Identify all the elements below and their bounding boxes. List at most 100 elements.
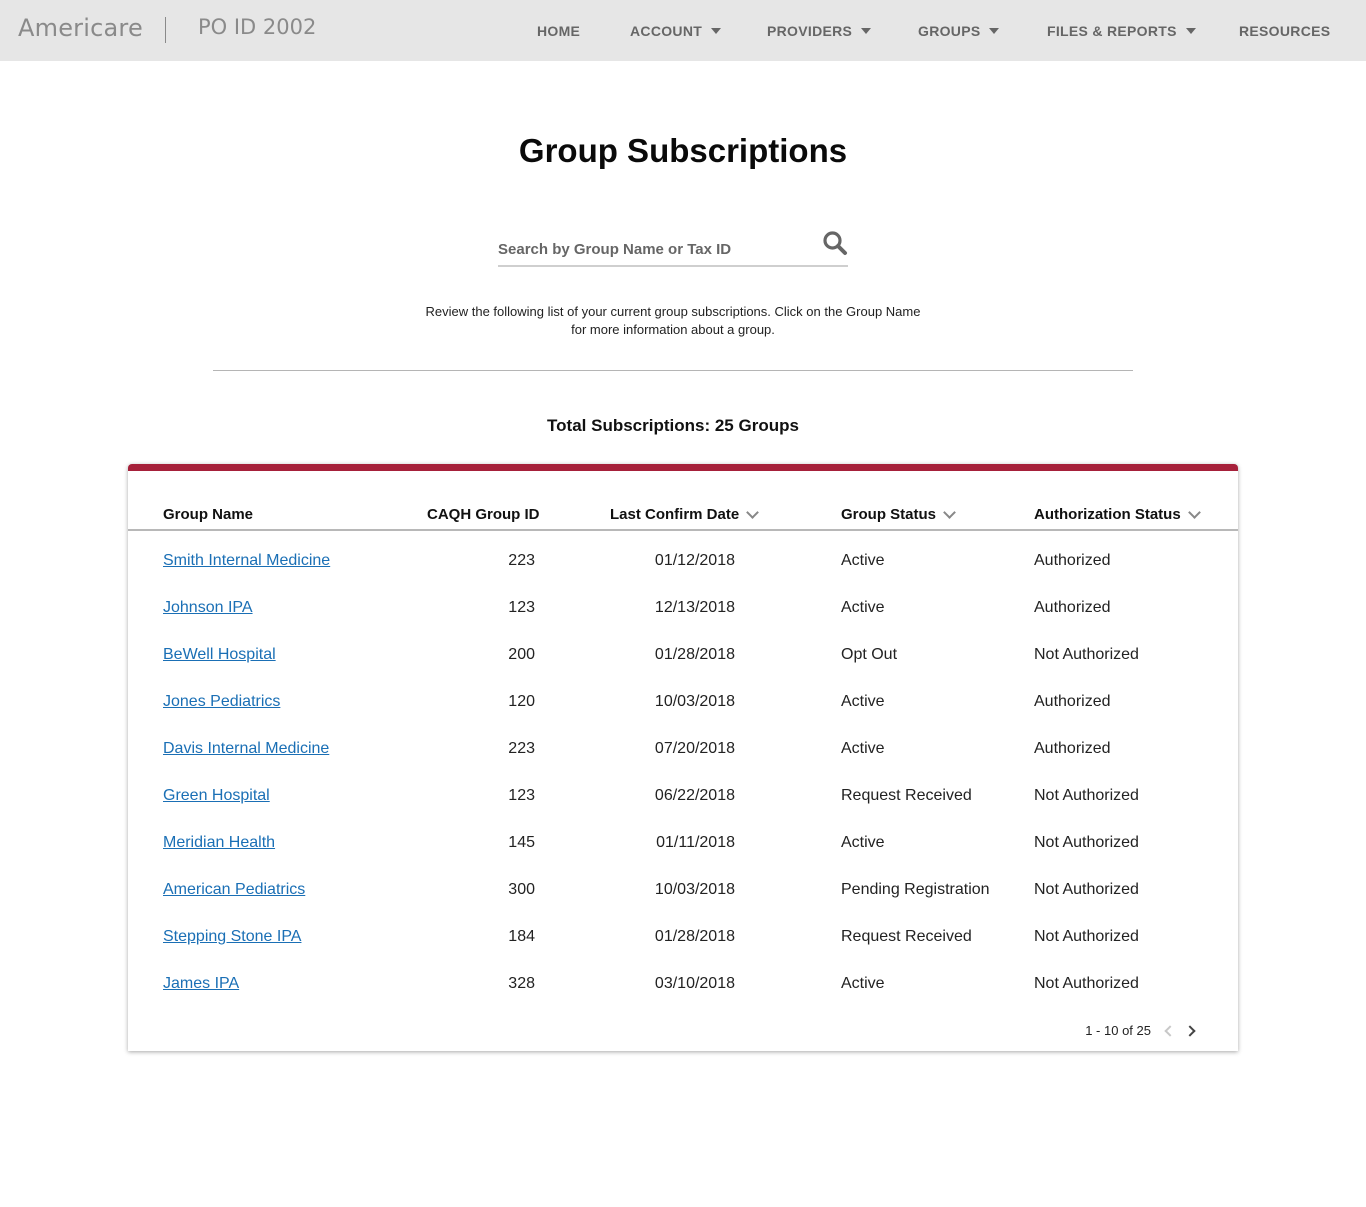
authorization-status: Not Authorized bbox=[1034, 928, 1139, 945]
table-row: Stepping Stone IPA 184 01/28/2018 Request R… bbox=[128, 927, 1238, 974]
column-header-authorization-status[interactable]: Authorization Status bbox=[1034, 505, 1201, 523]
authorization-status: Not Authorized bbox=[1034, 646, 1139, 663]
intro-line-1: Review the following list of your curren… bbox=[425, 304, 921, 319]
chevron-left-icon[interactable] bbox=[1164, 1024, 1176, 1037]
authorization-status: Authorized bbox=[1034, 599, 1111, 616]
caret-down-icon bbox=[711, 28, 722, 34]
caqh-group-id: 145 bbox=[508, 834, 535, 851]
nav-item-label: HOME bbox=[537, 23, 581, 39]
chevron-right-icon[interactable] bbox=[1184, 1024, 1196, 1037]
authorization-status: Authorized bbox=[1034, 693, 1111, 710]
caret-down-icon bbox=[861, 28, 872, 34]
nav-item-files-reports[interactable]: FILES & REPORTS bbox=[1047, 22, 1196, 40]
authorization-status: Authorized bbox=[1034, 552, 1111, 569]
nav-item-label: RESOURCES bbox=[1239, 23, 1331, 39]
group-name-link[interactable]: Jones Pediatrics bbox=[163, 692, 280, 712]
last-confirm-date: 01/11/2018 bbox=[656, 834, 735, 851]
group-name-link[interactable]: James IPA bbox=[163, 974, 239, 994]
table-row: Meridian Health 145 01/11/2018 Active Not Au… bbox=[128, 833, 1238, 880]
group-name-link[interactable]: American Pediatrics bbox=[163, 880, 305, 900]
search-icon[interactable] bbox=[822, 230, 848, 256]
column-header-group-status[interactable]: Group Status bbox=[841, 505, 956, 523]
group-name-link[interactable]: Green Hospital bbox=[163, 786, 270, 806]
group-status: Active bbox=[841, 552, 885, 569]
column-header-label: Authorization Status bbox=[1034, 506, 1181, 523]
group-status: Active bbox=[841, 693, 885, 710]
authorization-status: Not Authorized bbox=[1034, 787, 1139, 804]
pagination-label: 1 - 10 of 25 bbox=[1085, 1023, 1151, 1038]
caqh-group-id: 300 bbox=[508, 881, 535, 898]
table-row: Smith Internal Medicine 223 01/12/2018 Acti… bbox=[128, 551, 1238, 598]
nav-item-label: ACCOUNT bbox=[630, 23, 703, 39]
nav-item-providers[interactable]: PROVIDERS bbox=[767, 22, 872, 40]
caqh-group-id: 123 bbox=[508, 599, 535, 616]
authorization-status: Not Authorized bbox=[1034, 975, 1139, 992]
last-confirm-date: 12/13/2018 bbox=[654, 599, 735, 616]
caqh-group-id: 123 bbox=[508, 787, 535, 804]
total-subscriptions: Total Subscriptions: 25 Groups bbox=[547, 416, 799, 435]
table-row: Jones Pediatrics 120 10/03/2018 Active Autho… bbox=[128, 692, 1238, 739]
group-status: Opt Out bbox=[841, 646, 898, 663]
group-status: Active bbox=[841, 975, 885, 992]
brand-separator bbox=[165, 17, 166, 43]
column-header-label: Last Confirm Date bbox=[610, 506, 740, 523]
table-row: American Pediatrics 300 10/03/2018 Pending … bbox=[128, 880, 1238, 927]
authorization-status: Not Authorized bbox=[1034, 834, 1139, 851]
table-row: Green Hospital 123 06/22/2018 Request Recei… bbox=[128, 786, 1238, 833]
last-confirm-date: 06/22/2018 bbox=[654, 787, 735, 804]
nav-item-groups[interactable]: GROUPS bbox=[918, 22, 1000, 40]
subscriptions-table-card: Group Name CAQH Group ID Last Confirm Da… bbox=[128, 464, 1238, 1051]
caqh-group-id: 200 bbox=[508, 646, 535, 663]
group-name-link[interactable]: Smith Internal Medicine bbox=[163, 551, 330, 571]
group-status: Active bbox=[841, 834, 885, 851]
nav-item-label: PROVIDERS bbox=[767, 23, 853, 39]
last-confirm-date: 10/03/2018 bbox=[654, 693, 735, 710]
po-id-label: PO ID 2002 bbox=[198, 15, 317, 39]
intro-line-2: for more information about a group. bbox=[571, 322, 775, 337]
column-header-label: Group Name bbox=[163, 506, 254, 523]
caqh-group-id: 184 bbox=[508, 928, 535, 945]
last-confirm-date: 01/12/2018 bbox=[654, 552, 735, 569]
last-confirm-date: 01/28/2018 bbox=[654, 928, 735, 945]
authorization-status: Authorized bbox=[1034, 740, 1111, 757]
table-row: James IPA 328 03/10/2018 Active Not Authoriz… bbox=[128, 974, 1238, 1021]
nav-item-label: FILES & REPORTS bbox=[1047, 23, 1177, 39]
nav-item-home[interactable]: HOME bbox=[537, 22, 580, 40]
caqh-group-id: 120 bbox=[508, 693, 535, 710]
brand-name[interactable]: Americare bbox=[18, 14, 143, 42]
column-header-last-confirm-date[interactable]: Last Confirm Date bbox=[610, 505, 760, 523]
caret-down-icon bbox=[1185, 28, 1196, 34]
nav-item-resources[interactable]: RESOURCES bbox=[1239, 22, 1330, 40]
chevron-down-icon[interactable] bbox=[1187, 505, 1201, 519]
nav-item-account[interactable]: ACCOUNT bbox=[630, 22, 722, 40]
search-input[interactable] bbox=[498, 238, 808, 260]
caqh-group-id: 223 bbox=[508, 740, 535, 757]
column-header-group-name: Group Name bbox=[163, 506, 253, 523]
group-name-link[interactable]: Stepping Stone IPA bbox=[163, 927, 301, 947]
group-status: Active bbox=[841, 599, 885, 616]
top-navigation-bar: Americare PO ID 2002 HOME ACCOUNT PROVID… bbox=[0, 0, 1366, 61]
column-header-caqh-group-id: CAQH Group ID bbox=[427, 506, 540, 523]
group-status: Pending Registration bbox=[841, 881, 990, 898]
caqh-group-id: 328 bbox=[508, 975, 535, 992]
column-header-label: Group Status bbox=[841, 506, 937, 523]
authorization-status: Not Authorized bbox=[1034, 881, 1139, 898]
group-name-link[interactable]: Johnson IPA bbox=[163, 598, 253, 618]
group-name-link[interactable]: BeWell Hospital bbox=[163, 645, 276, 665]
last-confirm-date: 03/10/2018 bbox=[654, 975, 735, 992]
intro-text: Review the following list of your curren… bbox=[400, 303, 946, 339]
column-header-label: CAQH Group ID bbox=[427, 506, 540, 523]
group-name-link[interactable]: Meridian Health bbox=[163, 833, 275, 853]
last-confirm-date: 01/28/2018 bbox=[654, 646, 735, 663]
group-name-link[interactable]: Davis Internal Medicine bbox=[163, 739, 329, 759]
table-row: Johnson IPA 123 12/13/2018 Active Authorized bbox=[128, 598, 1238, 645]
caqh-group-id: 223 bbox=[508, 552, 535, 569]
pagination: 1 - 10 of 25 bbox=[1085, 1023, 1196, 1038]
chevron-down-icon[interactable] bbox=[746, 505, 760, 519]
group-status: Request Received bbox=[841, 787, 972, 804]
group-status: Request Received bbox=[841, 928, 972, 945]
last-confirm-date: 10/03/2018 bbox=[654, 881, 735, 898]
chevron-down-icon[interactable] bbox=[943, 505, 956, 519]
table-row: Davis Internal Medicine 223 07/20/2018 Acti… bbox=[128, 739, 1238, 786]
last-confirm-date: 07/20/2018 bbox=[654, 740, 735, 757]
